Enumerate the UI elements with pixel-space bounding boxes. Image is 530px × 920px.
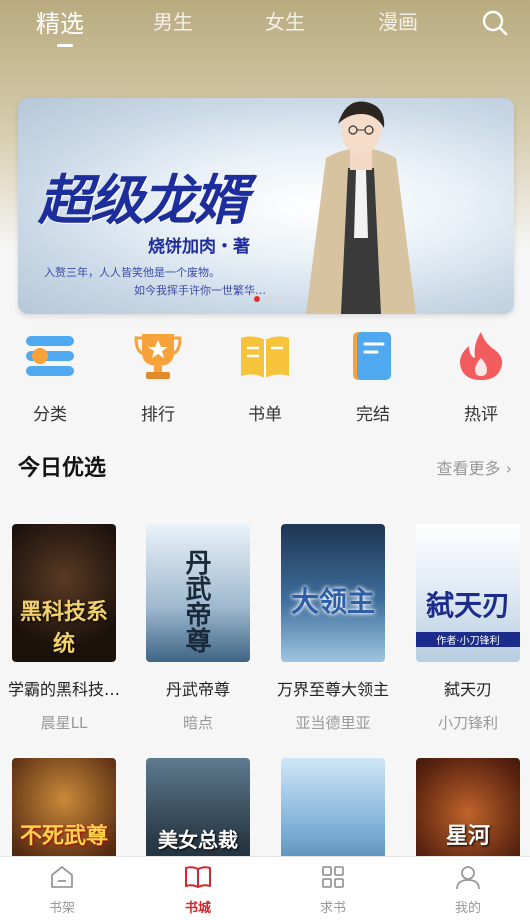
category-label: 书单 xyxy=(248,405,282,425)
book-cover: 丹武帝尊 xyxy=(146,524,250,662)
category-label: 分类 xyxy=(33,405,67,425)
nav-bookshelf[interactable]: 书架 xyxy=(22,863,102,916)
category-button-hot-reviews[interactable]: 热评 xyxy=(441,330,521,425)
pagination-dot-active[interactable] xyxy=(254,296,260,302)
category-label: 排行 xyxy=(141,405,175,425)
trophy-icon xyxy=(134,334,182,379)
book-card[interactable]: 大领主 万界至尊大领主 亚当德里亚 xyxy=(275,524,391,733)
nav-profile[interactable]: 我的 xyxy=(428,863,508,916)
book-card[interactable]: 弑天刃 作者·小刀锋利 弑天刃 小刀锋利 xyxy=(410,524,526,733)
book-title: 丹武帝尊 xyxy=(165,680,230,699)
view-more-link[interactable]: 查看更多 › xyxy=(436,455,512,479)
tab-male[interactable]: 男生 xyxy=(153,6,193,35)
pagination-dot[interactable] xyxy=(290,296,296,302)
section-title: 今日优选 xyxy=(18,456,107,481)
book-card[interactable]: 丹武帝尊 丹武帝尊 暗点 xyxy=(140,524,256,733)
request-grid-icon xyxy=(322,866,344,888)
book-cover: 黑科技系统 xyxy=(12,524,116,662)
category-button-ranking[interactable]: 排行 xyxy=(118,330,198,425)
bookshelf-icon xyxy=(51,866,73,888)
pagination-dot[interactable] xyxy=(266,296,272,302)
bookstore-icon xyxy=(185,866,211,888)
today-picks-header: 今日优选 查看更多 › xyxy=(18,450,512,486)
banner-character-illustration xyxy=(306,101,416,314)
book-card[interactable]: 黑科技系统 学霸的黑科技… 晨星LL xyxy=(6,524,122,733)
search-icon[interactable] xyxy=(480,8,510,38)
book-author: 亚当德里亚 xyxy=(295,714,371,732)
category-button-finished[interactable]: 完结 xyxy=(333,330,413,425)
banner-title: 超级龙婿 xyxy=(38,168,248,232)
category-label: 热评 xyxy=(464,405,498,425)
book-title: 学霸的黑科技… xyxy=(7,680,120,699)
category-icon xyxy=(26,336,74,376)
chevron-right-icon: › xyxy=(505,459,512,478)
pagination-dot[interactable] xyxy=(278,296,284,302)
banner-author: 烧饼加肉・著 xyxy=(148,237,250,257)
book-title: 万界至尊大领主 xyxy=(276,680,389,699)
promo-banner[interactable]: 超级龙婿 烧饼加肉・著 入赘三年，人人皆笑他是一个废物。 如今我挥手许你一世繁华… xyxy=(18,98,514,314)
nav-bookstore[interactable]: 书城 xyxy=(158,863,238,916)
book-title: 弑天刃 xyxy=(443,680,492,699)
book-author: 暗点 xyxy=(182,714,213,732)
category-button-classify[interactable]: 分类 xyxy=(10,330,90,425)
banner-pagination xyxy=(254,296,296,302)
tab-comics[interactable]: 漫画 xyxy=(378,6,418,35)
finished-book-icon xyxy=(353,332,391,380)
profile-icon xyxy=(456,866,480,890)
category-shortcuts: 分类 排行 书单 完结 热评 xyxy=(0,330,530,430)
tab-female[interactable]: 女生 xyxy=(265,6,305,35)
flame-icon xyxy=(460,332,503,380)
book-list-icon xyxy=(241,336,289,378)
tab-featured[interactable]: 精选 xyxy=(36,4,84,39)
top-navigation: 精选 男生 女生 漫画 xyxy=(0,0,530,60)
book-author: 晨星LL xyxy=(40,714,88,732)
book-cover: 大领主 xyxy=(281,524,385,662)
book-cover: 弑天刃 作者·小刀锋利 xyxy=(416,524,520,662)
nav-request-book[interactable]: 求书 xyxy=(293,863,373,916)
category-button-booklist[interactable]: 书单 xyxy=(225,330,305,425)
banner-tagline-1: 入赘三年，人人皆笑他是一个废物。 xyxy=(44,266,220,279)
category-label: 完结 xyxy=(356,405,390,425)
banner-tagline-2: 如今我挥手许你一世繁华… xyxy=(134,284,266,297)
book-author: 小刀锋利 xyxy=(437,714,498,732)
bottom-navigation: 书架 书城 求书 我的 xyxy=(0,856,530,920)
active-tab-indicator xyxy=(57,44,73,47)
